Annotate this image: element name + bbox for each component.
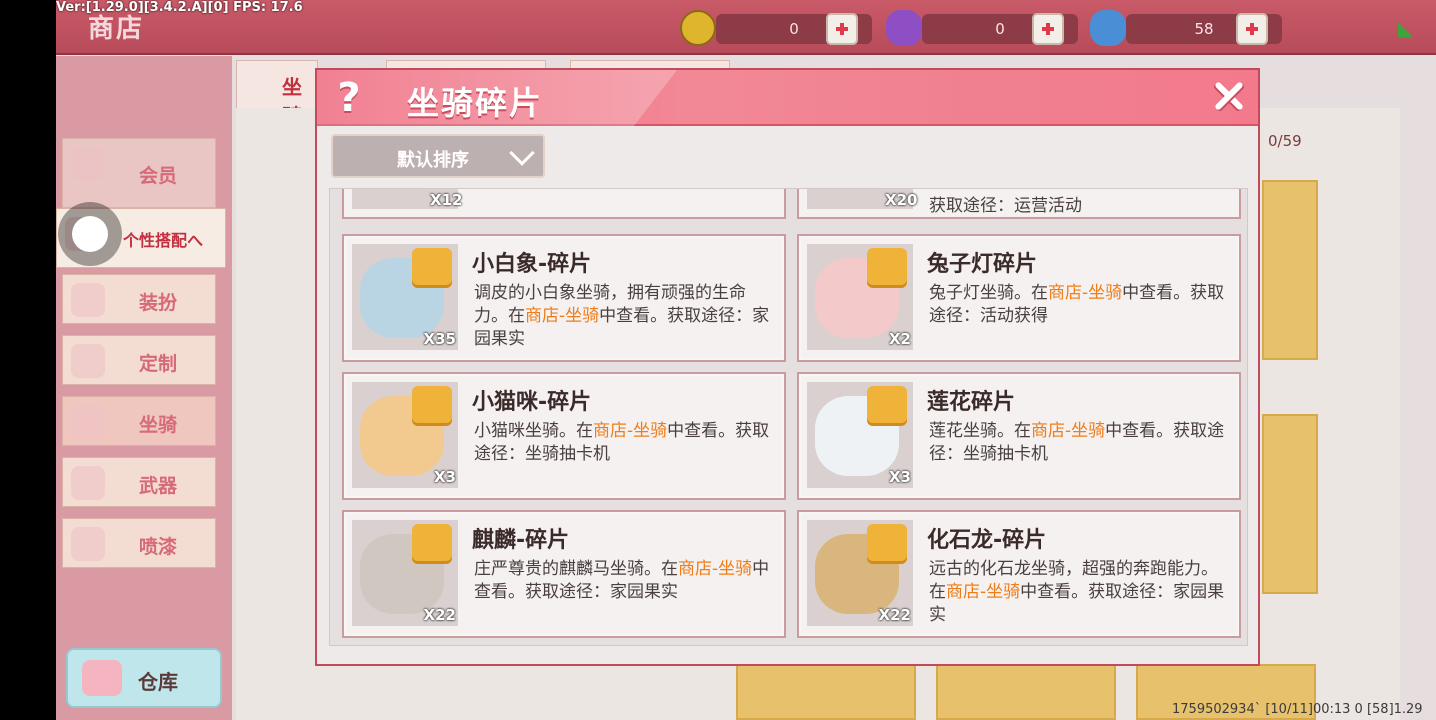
- collection-count: 0/59: [1268, 132, 1302, 150]
- sidebar-item-mount[interactable]: 坐骑: [62, 396, 216, 446]
- purple-gem-icon: [886, 10, 922, 46]
- blue-gem-icon: [1090, 10, 1126, 46]
- member-card-icon: [71, 147, 105, 181]
- list-item[interactable]: X22 麒麟-碎片 庄严尊贵的麒麟马坐骑。在商店-坐骑中查看。获取途径：家园果实: [342, 510, 786, 638]
- list-item[interactable]: X3 小猫咪-碎片 小猫咪坐骑。在商店-坐骑中查看。获取途径：坐骑抽卡机: [342, 372, 786, 500]
- fragment-name: 小猫咪-碎片: [472, 390, 592, 415]
- fragment-quantity: X2: [888, 330, 911, 348]
- fragment-name: 小白象-碎片: [472, 252, 592, 277]
- left-black-bar: [0, 0, 56, 720]
- help-icon[interactable]: ?: [329, 76, 369, 120]
- shop-card[interactable]: [936, 664, 1116, 720]
- warehouse-button[interactable]: 仓库: [66, 648, 222, 708]
- fragment-thumbnail: X2: [807, 244, 913, 350]
- wifi-icon: ◣: [1398, 16, 1414, 40]
- sidebar-item-spray[interactable]: 喷漆: [62, 518, 216, 568]
- fragment-quantity: X22: [423, 606, 456, 624]
- shop-mount-link[interactable]: 商店-坐骑: [946, 582, 1020, 602]
- sidebar-item-weapon[interactable]: 武器: [62, 457, 216, 507]
- tab-mount[interactable]: 坐骑: [236, 60, 318, 128]
- fragment-quantity: X3: [433, 468, 456, 486]
- fragment-description: 小猫咪坐骑。在商店-坐骑中查看。获取途径：坐骑抽卡机: [474, 421, 770, 464]
- sidebar-item-dress[interactable]: 装扮: [62, 274, 216, 324]
- fragment-description: 庄严尊贵的麒麟马坐骑。在商店-坐骑中查看。获取途径：家园果实: [474, 559, 770, 602]
- fragment-quantity: X3: [888, 468, 911, 486]
- puzzle-piece-icon: [867, 248, 907, 288]
- fragment-name: 化石龙-碎片: [927, 528, 1047, 553]
- list-item[interactable]: X35 小白象-碎片 调皮的小白象坐骑，拥有顽强的生命力。在商店-坐骑中查看。获…: [342, 234, 786, 362]
- puzzle-piece-icon: [867, 386, 907, 426]
- fragment-quantity: X35: [423, 330, 456, 348]
- puzzle-piece-icon: [867, 524, 907, 564]
- fragment-description: 获取途径：运营活动: [929, 196, 1082, 216]
- warehouse-icon: [82, 660, 122, 696]
- fragment-thumbnail: X3: [352, 382, 458, 488]
- shop-mount-link[interactable]: 商店-坐骑: [1031, 421, 1105, 441]
- fragment-thumbnail: X3: [807, 382, 913, 488]
- fragment-description: 莲花坐骑。在商店-坐骑中查看。获取途径：坐骑抽卡机: [929, 421, 1225, 464]
- shop-card[interactable]: [736, 664, 916, 720]
- spray-can-icon: [71, 527, 105, 561]
- shop-mount-link[interactable]: 商店-坐骑: [593, 421, 667, 441]
- mount-fragments-dialog: ? 坐骑碎片 默认排序 X12 X20 获取途径：运营活动 X35 小白象-碎片…: [315, 68, 1260, 666]
- fragment-name: 兔子灯碎片: [927, 252, 1038, 277]
- dialog-header: ? 坐骑碎片: [317, 70, 1258, 126]
- fragment-quantity: X12: [430, 191, 463, 209]
- shop-mount-link[interactable]: 商店-坐骑: [678, 559, 752, 579]
- gold-coin-icon: [680, 10, 716, 46]
- list-item[interactable]: X2 兔子灯碎片 兔子灯坐骑。在商店-坐骑中查看。获取途径：活动获得: [797, 234, 1241, 362]
- add-blue-gem-button[interactable]: [1236, 13, 1268, 45]
- sort-label: 默认排序: [397, 150, 469, 171]
- list-item[interactable]: X3 莲花碎片 莲花坐骑。在商店-坐骑中查看。获取途径：坐骑抽卡机: [797, 372, 1241, 500]
- fragment-description: 兔子灯坐骑。在商店-坐骑中查看。获取途径：活动获得: [929, 283, 1225, 326]
- puzzle-piece-icon: [412, 524, 452, 564]
- dialog-title: 坐骑碎片: [407, 84, 544, 122]
- fragment-quantity: X20: [885, 191, 918, 209]
- puzzle-piece-icon: [412, 386, 452, 426]
- list-item[interactable]: X22 化石龙-碎片 远古的化石龙坐骑，超强的奔跑能力。在商店-坐骑中查看。获取…: [797, 510, 1241, 638]
- fragment-description: 远古的化石龙坐骑，超强的奔跑能力。在商店-坐骑中查看。获取途径：家园果实: [929, 559, 1225, 625]
- sidebar-item-custom[interactable]: 定制: [62, 335, 216, 385]
- fragment-thumbnail: X22: [352, 520, 458, 626]
- fragment-thumbnail: X22: [807, 520, 913, 626]
- fragment-quantity: X22: [878, 606, 911, 624]
- debug-version-overlay: Ver:[1.29.0][3.4.2.A][0] FPS: 17.6: [56, 0, 303, 15]
- sidebar-item-member[interactable]: 会员: [62, 138, 216, 208]
- puzzle-piece-icon: [412, 248, 452, 288]
- debug-footer-overlay: 1759502934` [10/11]00:13 0 [58]1.29: [1172, 702, 1423, 717]
- chevron-down-icon: [509, 140, 535, 166]
- shop-mount-link[interactable]: 商店-坐骑: [1048, 283, 1122, 303]
- add-purple-gem-button[interactable]: [1032, 13, 1064, 45]
- list-item[interactable]: X20 获取途径：运营活动: [797, 189, 1241, 219]
- pencil-icon: [71, 344, 105, 378]
- close-icon[interactable]: [1207, 74, 1251, 118]
- fragment-list[interactable]: X12 X20 获取途径：运营活动 X35 小白象-碎片 调皮的小白象坐骑，拥有…: [329, 188, 1248, 646]
- dress-icon: [71, 283, 105, 317]
- sort-dropdown[interactable]: 默认排序: [331, 134, 545, 178]
- mount-icon: [71, 405, 105, 439]
- fragment-name: 麒麟-碎片: [472, 528, 570, 553]
- fragment-thumbnail: X35: [352, 244, 458, 350]
- fragment-description: 调皮的小白象坐骑，拥有顽强的生命力。在商店-坐骑中查看。获取途径：家园果实: [474, 283, 770, 349]
- list-item[interactable]: X12: [342, 189, 786, 219]
- shop-mount-link[interactable]: 商店-坐骑: [525, 306, 599, 326]
- fragment-name: 莲花碎片: [927, 390, 1016, 415]
- gun-icon: [71, 466, 105, 500]
- shop-card[interactable]: [1262, 414, 1318, 594]
- side-menu: 会员 个性搭配へ 装扮 定制 坐骑 武器 喷漆 仓库: [56, 56, 232, 720]
- floating-toggle-button[interactable]: [58, 202, 122, 266]
- shop-card[interactable]: [1262, 180, 1318, 360]
- add-gold-button[interactable]: [826, 13, 858, 45]
